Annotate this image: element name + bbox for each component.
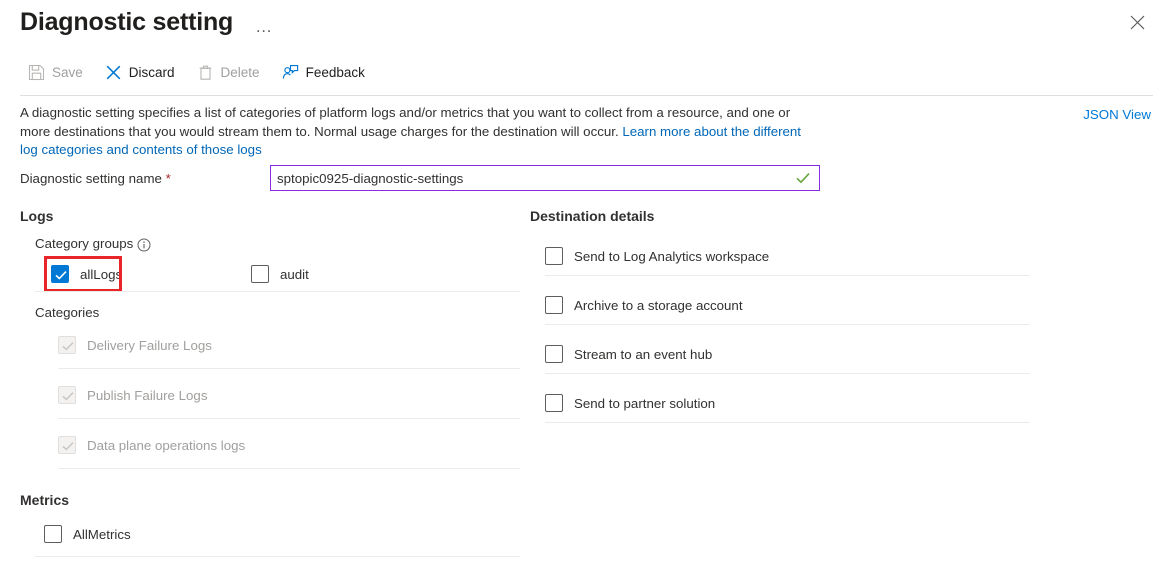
discard-icon bbox=[105, 64, 122, 81]
diagnostic-setting-blade: Diagnostic setting … Save bbox=[0, 0, 1173, 576]
required-marker: * bbox=[166, 171, 171, 186]
diagnostic-setting-name-label: Diagnostic setting name * bbox=[20, 171, 171, 186]
data-plane-operations-logs-label: Data plane operations logs bbox=[87, 438, 245, 453]
audit-checkbox[interactable] bbox=[251, 265, 269, 283]
save-label: Save bbox=[52, 65, 83, 80]
feedback-button[interactable]: Feedback bbox=[282, 62, 365, 83]
description-text: A diagnostic setting specifies a list of… bbox=[20, 104, 820, 160]
delete-label: Delete bbox=[221, 65, 260, 80]
delete-button[interactable]: Delete bbox=[197, 62, 260, 83]
command-toolbar: Save Discard Delete bbox=[28, 62, 365, 83]
checkbox-row-allmetrics[interactable]: AllMetrics bbox=[44, 523, 131, 545]
allLogs-label: allLogs bbox=[80, 267, 122, 282]
divider-destination-2 bbox=[545, 324, 1030, 325]
publish-failure-logs-checkbox bbox=[58, 386, 76, 404]
checkbox-row-publish-failure-logs: Publish Failure Logs bbox=[58, 384, 207, 406]
checkbox-row-delivery-failure-logs: Delivery Failure Logs bbox=[58, 334, 212, 356]
audit-label: audit bbox=[280, 267, 309, 282]
toolbar-divider bbox=[20, 95, 1153, 96]
metrics-heading: Metrics bbox=[20, 492, 69, 508]
divider-category-3 bbox=[58, 468, 520, 469]
valid-check-icon bbox=[794, 169, 812, 187]
divider-category-1 bbox=[58, 368, 520, 369]
info-icon bbox=[137, 238, 151, 252]
send-to-partner-solution-label: Send to partner solution bbox=[574, 396, 715, 411]
publish-failure-logs-label: Publish Failure Logs bbox=[87, 388, 207, 403]
send-to-partner-solution-checkbox[interactable] bbox=[545, 394, 563, 412]
title-row: Diagnostic setting … bbox=[20, 6, 1173, 38]
discard-label: Discard bbox=[129, 65, 175, 80]
diagnostic-setting-name-field[interactable] bbox=[270, 165, 820, 191]
divider-category-groups bbox=[35, 291, 520, 292]
delete-icon bbox=[197, 64, 214, 81]
logs-heading: Logs bbox=[20, 208, 53, 224]
divider-destination-3 bbox=[545, 373, 1030, 374]
checkbox-row-stream-to-an-event-hub[interactable]: Stream to an event hub bbox=[545, 343, 712, 365]
feedback-icon bbox=[282, 64, 299, 81]
diagnostic-setting-name-input[interactable] bbox=[271, 166, 794, 190]
divider-destination-4 bbox=[545, 422, 1030, 423]
json-view-link[interactable]: JSON View bbox=[1083, 107, 1151, 122]
stream-to-an-event-hub-checkbox[interactable] bbox=[545, 345, 563, 363]
checkbox-row-archive-to-a-storage-account[interactable]: Archive to a storage account bbox=[545, 294, 743, 316]
data-plane-operations-logs-checkbox bbox=[58, 436, 76, 454]
divider-metrics bbox=[35, 556, 520, 557]
categories-label: Categories bbox=[35, 305, 99, 320]
checkbox-row-allLogs[interactable]: allLogs bbox=[51, 263, 122, 285]
archive-to-a-storage-account-checkbox[interactable] bbox=[545, 296, 563, 314]
delivery-failure-logs-checkbox bbox=[58, 336, 76, 354]
discard-button[interactable]: Discard bbox=[105, 62, 175, 83]
checkbox-row-data-plane-operations-logs: Data plane operations logs bbox=[58, 434, 245, 456]
delivery-failure-logs-label: Delivery Failure Logs bbox=[87, 338, 212, 353]
checkbox-row-send-to-log-analytics-workspace[interactable]: Send to Log Analytics workspace bbox=[545, 245, 769, 267]
allmetrics-label: AllMetrics bbox=[73, 527, 131, 542]
send-to-log-analytics-workspace-label: Send to Log Analytics workspace bbox=[574, 249, 769, 264]
close-icon[interactable] bbox=[1123, 8, 1151, 36]
category-groups-label: Category groups bbox=[35, 236, 133, 251]
checkbox-row-send-to-partner-solution[interactable]: Send to partner solution bbox=[545, 392, 715, 414]
send-to-log-analytics-workspace-checkbox[interactable] bbox=[545, 247, 563, 265]
name-label-text: Diagnostic setting name bbox=[20, 171, 162, 186]
checkbox-row-audit[interactable]: audit bbox=[251, 263, 309, 285]
archive-to-a-storage-account-label: Archive to a storage account bbox=[574, 298, 743, 313]
allLogs-checkbox[interactable] bbox=[51, 265, 69, 283]
save-button[interactable]: Save bbox=[28, 62, 83, 83]
divider-destination-1 bbox=[545, 275, 1030, 276]
save-icon bbox=[28, 64, 45, 81]
stream-to-an-event-hub-label: Stream to an event hub bbox=[574, 347, 712, 362]
divider-category-2 bbox=[58, 418, 520, 419]
page-title: Diagnostic setting bbox=[20, 6, 233, 38]
feedback-label: Feedback bbox=[306, 65, 365, 80]
more-menu-icon[interactable]: … bbox=[249, 18, 278, 36]
destination-details-heading: Destination details bbox=[530, 208, 654, 224]
allmetrics-checkbox[interactable] bbox=[44, 525, 62, 543]
